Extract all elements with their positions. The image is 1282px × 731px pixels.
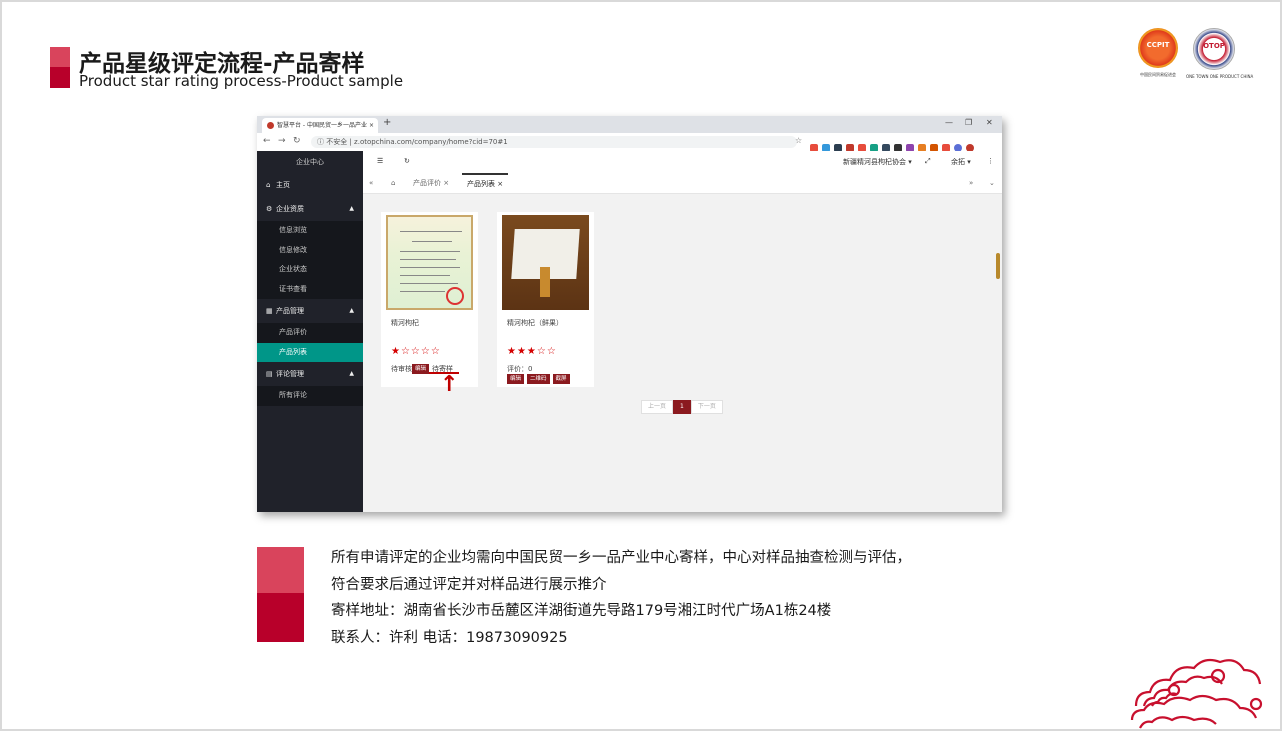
user-dropdown[interactable]: 余拓 ▾	[951, 157, 971, 167]
title-accent-block	[50, 47, 70, 88]
chevron-down-icon[interactable]: ⌄	[989, 173, 995, 193]
new-tab-button[interactable]: +	[383, 117, 391, 128]
fullscreen-icon[interactable]: ⤢	[925, 157, 931, 166]
chevron-up-icon: ▲	[349, 205, 354, 212]
sidebar-section-comments[interactable]: ▤ 评论管理 ▲	[257, 362, 363, 386]
list-icon: ▦	[266, 307, 273, 315]
reload-icon[interactable]: ↻	[293, 136, 301, 146]
product-name: 精河枸杞（鲜果）	[507, 319, 563, 327]
home-icon: ⌂	[266, 181, 271, 189]
chart-icon: ▤	[266, 370, 273, 378]
back-icon[interactable]: ←	[263, 136, 271, 146]
home-tab-icon[interactable]: ⌂	[391, 173, 395, 193]
star-rating: ★☆☆☆☆	[391, 346, 441, 357]
sidebar-item-all-comments[interactable]: 所有评论	[257, 386, 363, 406]
slide: 产品星级评定流程-产品寄样 Product star rating proces…	[2, 2, 1280, 729]
otop-logo: OTOP ONE TOWN ONE PRODUCT CHINA	[1186, 28, 1253, 79]
tab-product-list[interactable]: 产品列表 ×	[462, 173, 509, 193]
product-name: 精河枸杞	[391, 319, 419, 327]
sidebar: 企业中心 ⌂ 主页 ⚙ 企业资质 ▲ 信息浏览 信息修改 企业状态 证书查看 ▦ 产品管…	[257, 151, 363, 512]
tab-product-rating[interactable]: 产品评价 ×	[413, 173, 449, 193]
sidebar-item-info-edit[interactable]: 信息修改	[257, 241, 363, 261]
sidebar-item-company-status[interactable]: 企业状态	[257, 260, 363, 280]
more-icon[interactable]: ⋮	[987, 157, 994, 165]
window-close-icon[interactable]: ✕	[986, 118, 993, 127]
scroll-left-icon[interactable]: «	[369, 173, 373, 193]
edit-button[interactable]: 编辑	[507, 374, 525, 384]
address-bar-row: ← → ↻ ⓘ 不安全 | z.otopchina.com/company/ho…	[257, 133, 1002, 152]
product-card[interactable]: 精河枸杞（鲜果） ★★★☆☆ 评价：0 编辑 二维码 截屏	[497, 212, 594, 387]
sidebar-section-qualification[interactable]: ⚙ 企业资质 ▲	[257, 197, 363, 221]
chevron-up-icon: ▲	[349, 370, 354, 377]
note-line: 所有申请评定的企业均需向中国民贸一乡一品产业中心寄样，中心对样品抽查检测与评估，	[331, 550, 911, 566]
prev-page-button[interactable]: 上一页	[641, 400, 674, 414]
url-field[interactable]: ⓘ 不安全 | z.otopchina.com/company/home?cid…	[311, 136, 797, 148]
minimize-icon[interactable]: —	[945, 118, 953, 127]
sidebar-section-products[interactable]: ▦ 产品管理 ▲	[257, 299, 363, 323]
contact-line: 联系人：许利 电话：19873090925	[331, 630, 568, 646]
favicon-icon	[267, 122, 274, 129]
scrollbar-thumb[interactable]	[996, 253, 1000, 279]
scroll-right-icon[interactable]: »	[969, 173, 973, 193]
extension-icons[interactable]	[810, 137, 978, 152]
next-page-button[interactable]: 下一页	[690, 400, 723, 414]
certificate-image	[386, 215, 473, 310]
edit-button[interactable]: 编辑	[412, 364, 430, 374]
qrcode-button[interactable]: 二维码	[527, 374, 550, 384]
sidebar-item-info-browse[interactable]: 信息浏览	[257, 221, 363, 241]
arrow-up-icon: ↑	[440, 372, 459, 397]
top-toolbar: ☰ ↻ 新疆精河县枸杞协会 ▾ ⤢ 余拓 ▾ ⋮	[363, 151, 1002, 174]
browser-screenshot: 智慧平台 - 中国民贸一乡一品产业 × + — ❐ ✕ ← → ↻ ⓘ 不安全 …	[257, 116, 1002, 512]
sidebar-item-home[interactable]: ⌂ 主页	[257, 173, 363, 197]
refresh-icon[interactable]: ↻	[404, 157, 410, 165]
cloud-pattern-decoration	[1130, 658, 1263, 729]
note-line: 寄样地址：湖南省长沙市岳麓区洋湖街道先导路179号湘江时代广场A1栋24楼	[331, 603, 832, 619]
sidebar-item-product-list[interactable]: 产品列表	[257, 342, 363, 362]
page-subtitle: Product star rating process-Product samp…	[79, 72, 404, 90]
page-tabs: « ⌂ 产品评价 × 产品列表 × » ⌄	[363, 173, 1002, 194]
chevron-up-icon: ▲	[349, 307, 354, 314]
menu-toggle-icon[interactable]: ☰	[377, 157, 383, 165]
pagination: 上一页 1 下一页	[641, 400, 723, 414]
close-tab-icon[interactable]: ×	[369, 118, 374, 133]
star-rating: ★★★☆☆	[507, 346, 557, 357]
screenshot-button[interactable]: 截屏	[552, 374, 570, 384]
company-dropdown[interactable]: 新疆精河县枸杞协会 ▾	[843, 157, 912, 167]
browser-tab-bar: 智慧平台 - 中国民贸一乡一品产业 × + — ❐ ✕	[257, 116, 1002, 133]
product-card[interactable]: 精河枸杞 ★☆☆☆☆ 待审核 编辑 待寄样	[381, 212, 478, 387]
bookmark-star-icon[interactable]: ☆	[795, 136, 802, 145]
browser-tab[interactable]: 智慧平台 - 中国民贸一乡一品产业 ×	[262, 118, 378, 133]
page-button[interactable]: 1	[673, 400, 691, 414]
sidebar-item-certificate[interactable]: 证书查看	[257, 280, 363, 300]
award-photo	[502, 215, 589, 310]
ccpit-logo: CCPIT 中国民间贸易促进会	[1130, 28, 1186, 78]
forward-icon[interactable]: →	[278, 136, 286, 146]
sidebar-header: 企业中心	[296, 158, 324, 166]
gear-icon: ⚙	[266, 205, 273, 213]
sidebar-item-product-rating[interactable]: 产品评价	[257, 323, 363, 343]
product-status: 评价：0	[507, 365, 533, 373]
restore-icon[interactable]: ❐	[965, 118, 972, 127]
note-line: 符合要求后通过评定并对样品进行展示推介	[331, 577, 607, 593]
note-accent-block	[257, 547, 304, 642]
